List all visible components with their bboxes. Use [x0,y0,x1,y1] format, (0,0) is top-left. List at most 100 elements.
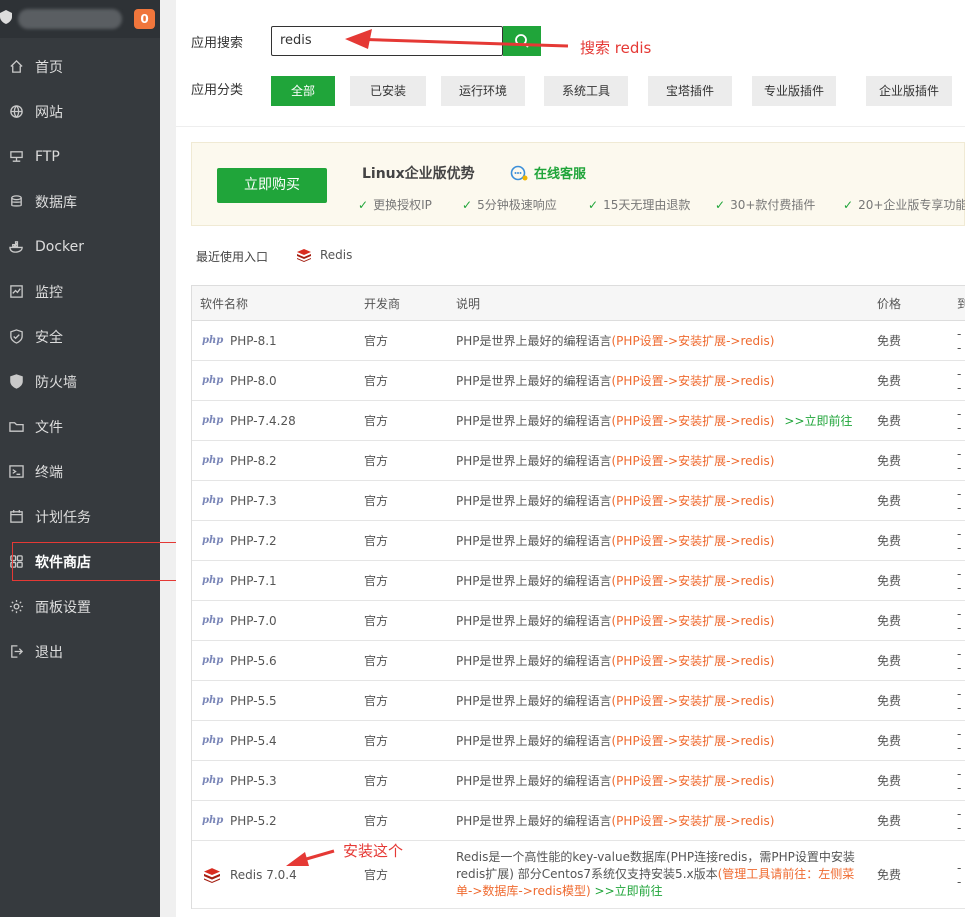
description: PHP是世界上最好的编程语言 (PHP设置->安装扩展->redis) [456,521,774,560]
expire: -- [957,366,962,395]
table-row[interactable]: php PHP-7.1 官方 PHP是世界上最好的编程语言 (PHP设置->安装扩展->… [192,561,965,601]
go-now-link[interactable]: >>立即前往 [784,412,852,429]
developer: 官方 [364,494,389,508]
table-row[interactable]: php PHP-5.2 官方 PHP是世界上最好的编程语言 (PHP设置->安装扩展->… [192,801,965,841]
developer: 官方 [364,454,389,468]
sidebar-item-13[interactable]: 退出 [0,629,160,674]
sidebar-item-9[interactable]: 终端 [0,449,160,494]
sidebar-item-8[interactable]: 文件 [0,404,160,449]
category-button-0[interactable]: 全部 [271,76,335,106]
desc-line-2: redis扩展) 部分Centos7系统仅支持安装5.x版本 [456,867,718,881]
sidebar-item-12[interactable]: 面板设置 [0,584,160,629]
software-name-label: PHP-7.4.28 [230,413,296,428]
table-row[interactable]: php PHP-5.3 官方 PHP是世界上最好的编程语言 (PHP设置->安装扩展->… [192,761,965,801]
desc-hint: (PHP设置->安装扩展->redis) [611,654,775,668]
calendar-icon [8,509,24,525]
price: 免费 [877,734,902,748]
promo-feature: ✓ 更换授权IP [358,196,432,213]
desc-text: PHP是世界上最好的编程语言 [456,334,612,348]
description: PHP是世界上最好的编程语言 (PHP设置->安装扩展->redis) [456,441,774,480]
header-price: 价格 [877,296,902,311]
sidebar-item-10[interactable]: 计划任务 [0,494,160,539]
check-icon: ✓ [588,198,599,212]
desc-hint: (PHP设置->安装扩展->redis) [611,534,775,548]
software-name: php PHP-7.3 [202,481,277,520]
header-description: 说明 [456,296,481,311]
expire: -- [957,406,962,435]
desc-hint: (PHP设置->安装扩展->redis) [611,734,775,748]
category-button-5[interactable]: 专业版插件 [752,76,836,106]
category-button-6[interactable]: 企业版插件 [866,76,952,106]
table-row[interactable]: php PHP-8.2 官方 PHP是世界上最好的编程语言 (PHP设置->安装扩展->… [192,441,965,481]
software-name: php PHP-5.2 [202,801,277,840]
docker-icon [8,239,24,255]
expire: -- [957,766,962,795]
category-button-1[interactable]: 已安装 [350,76,426,106]
notification-badge[interactable]: 0 [134,9,155,29]
price: 免费 [877,868,902,882]
desc-hint: (PHP设置->安装扩展->redis) [611,334,775,348]
sidebar-item-2[interactable]: FTP [0,134,160,179]
table-row[interactable]: php PHP-7.3 官方 PHP是世界上最好的编程语言 (PHP设置->安装扩展->… [192,481,965,521]
table-row[interactable]: php PHP-5.4 官方 PHP是世界上最好的编程语言 (PHP设置->安装扩展->… [192,721,965,761]
sidebar-item-7[interactable]: 防火墙 [0,359,160,404]
software-name-label: PHP-7.1 [230,573,277,588]
category-button-4[interactable]: 宝塔插件 [648,76,732,106]
buy-now-button[interactable]: 立即购买 [217,168,327,203]
desc-text: PHP是世界上最好的编程语言 [456,814,612,828]
table-row[interactable]: php PHP-5.6 官方 PHP是世界上最好的编程语言 (PHP设置->安装扩展->… [192,641,965,681]
main-panel: 应用搜索 redis 应用分类 全部 已安装 运行环境 系统工具 宝塔插件 专业版插件 企业… [176,0,965,917]
feature-label: 更换授权IP [373,198,432,212]
check-icon: ✓ [358,198,369,212]
desc-line-3: 单->数据库->redis模型) [456,884,591,898]
sidebar-item-0[interactable]: 首页 [0,44,160,89]
sidebar-item-1[interactable]: 网站 [0,89,160,134]
sidebar-item-4[interactable]: Docker [0,224,160,269]
search-button[interactable] [503,26,541,56]
sidebar-item-label: 数据库 [35,194,77,211]
developer: 官方 [364,734,389,748]
terminal-icon [8,464,24,480]
price: 免费 [877,414,902,428]
desc-hint: (PHP设置->安装扩展->redis) [611,774,775,788]
price: 免费 [877,574,902,588]
online-service-link[interactable]: 在线客服 [510,163,586,182]
table-row[interactable]: php PHP-8.0 官方 PHP是世界上最好的编程语言 (PHP设置->安装扩展->… [192,361,965,401]
table-row[interactable]: php PHP-8.1 官方 PHP是世界上最好的编程语言 (PHP设置->安装扩展->… [192,321,965,361]
promo-feature: ✓ 20+企业版专享功能 [843,196,965,213]
desc-text: PHP是世界上最好的编程语言 [456,534,612,548]
online-service-label: 在线客服 [534,167,587,182]
expire: -- [957,526,962,555]
search-input[interactable]: redis [271,26,503,56]
table-row[interactable]: php PHP-7.4.28 官方 PHP是世界上最好的编程语言 (PHP设置->安装扩… [192,401,965,441]
table-row-redis[interactable]: Redis 7.0.4 官方 Redis是一个高性能的key-value数据库(… [192,841,965,909]
sidebar-item-5[interactable]: 监控 [0,269,160,314]
sidebar-item-6[interactable]: 安全 [0,314,160,359]
price: 免费 [877,534,902,548]
category-button-3[interactable]: 系统工具 [544,76,628,106]
category-button-2[interactable]: 运行环境 [441,76,525,106]
php-icon: php [202,415,224,426]
table-row[interactable]: php PHP-7.2 官方 PHP是世界上最好的编程语言 (PHP设置->安装扩展->… [192,521,965,561]
description: PHP是世界上最好的编程语言 (PHP设置->安装扩展->redis) [456,321,774,360]
desc-text: PHP是世界上最好的编程语言 [456,454,612,468]
software-name: php PHP-5.5 [202,681,277,720]
table-row[interactable]: php PHP-5.5 官方 PHP是世界上最好的编程语言 (PHP设置->安装扩展->… [192,681,965,721]
expire: -- [957,806,962,835]
software-name: php PHP-8.1 [202,321,277,360]
database-icon [8,194,24,210]
sidebar-item-3[interactable]: 数据库 [0,179,160,224]
ftp-icon [8,149,24,165]
recent-label: 最近使用入口 [196,250,269,264]
description: PHP是世界上最好的编程语言 (PHP设置->安装扩展->redis) >>立即前往 [456,401,853,440]
price: 免费 [877,614,902,628]
expire: -- [957,686,962,715]
recent-redis-link[interactable]: Redis [296,248,352,262]
software-name-label: PHP-8.2 [230,453,277,468]
expire: -- [957,646,962,675]
search-annotation: 搜索 redis [580,39,652,57]
sidebar-item-label: 监控 [35,284,63,301]
go-now-link[interactable]: >>立即前往 [595,884,663,898]
table-row[interactable]: php PHP-7.0 官方 PHP是世界上最好的编程语言 (PHP设置->安装扩展->… [192,601,965,641]
developer: 官方 [364,374,389,388]
